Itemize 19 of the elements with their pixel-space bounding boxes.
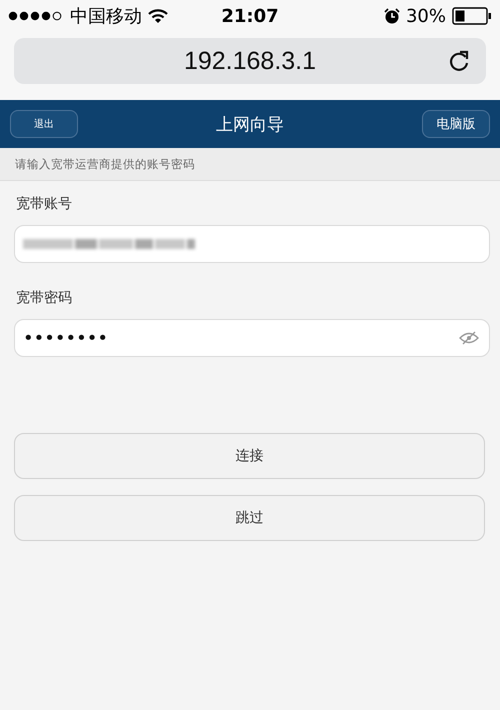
exit-button[interactable]: 退出 xyxy=(10,110,78,138)
wifi-icon xyxy=(148,8,168,24)
carrier-name: 中国移动 xyxy=(70,5,142,28)
reload-icon[interactable] xyxy=(448,49,470,73)
signal-icon xyxy=(8,11,64,21)
notice-text: 请输入宽带运营商提供的账号密码 xyxy=(15,156,195,172)
address-bar[interactable]: 192.168.3.1 xyxy=(14,38,486,84)
battery-icon xyxy=(452,7,492,25)
page-title: 上网向导 xyxy=(216,114,284,136)
alarm-clock-icon xyxy=(384,8,400,24)
field-label: 宽带账号 xyxy=(16,195,73,213)
eye-slashed-icon[interactable] xyxy=(459,331,479,345)
clock-time: 21:07 xyxy=(221,6,279,26)
connect-button[interactable]: 连接 xyxy=(14,433,485,479)
battery-percent: 30% xyxy=(406,6,446,26)
desktop-version-button[interactable]: 电脑版 xyxy=(422,110,490,138)
skip-button[interactable]: 跳过 xyxy=(14,495,485,541)
input-field[interactable]: •••••••• xyxy=(14,319,490,357)
field-label: 宽带密码 xyxy=(16,289,73,307)
